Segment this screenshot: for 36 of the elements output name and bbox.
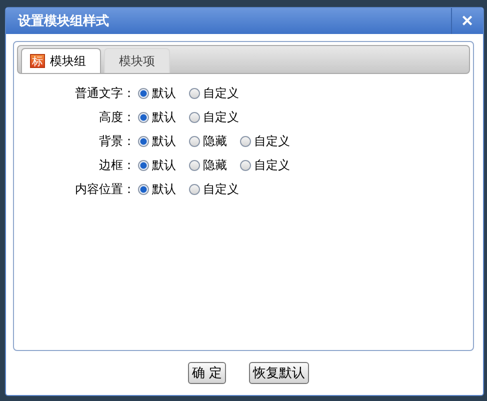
radio-button[interactable] [189,184,200,194]
close-button[interactable]: ✕ [451,8,483,34]
option-label[interactable]: 默认 [152,84,176,102]
radio-button[interactable] [240,160,251,170]
option-label[interactable]: 默认 [152,108,176,126]
field-label: 普通文字： [74,84,135,102]
option-label[interactable]: 自定义 [254,132,290,150]
confirm-button[interactable]: 确 定 [188,362,226,384]
radio-button[interactable] [189,136,200,146]
radio-button[interactable] [189,88,200,98]
option-label[interactable]: 自定义 [203,84,239,102]
radio-button[interactable] [189,160,200,170]
radio-button[interactable] [138,136,149,146]
option-label[interactable]: 隐藏 [203,156,227,174]
tab-icon: 标 [30,54,45,68]
option-label[interactable]: 自定义 [254,156,290,174]
option-label[interactable]: 默认 [152,180,176,198]
option-label[interactable]: 自定义 [203,180,239,198]
radio-button[interactable] [138,160,149,170]
restore-default-button[interactable]: 恢复默认 [249,362,310,384]
tab[interactable]: 模块项 [104,48,170,73]
field-label: 内容位置： [74,180,135,198]
window-title: 设置模块组样式 [16,13,109,30]
radio-button[interactable] [138,112,149,122]
option-label[interactable]: 默认 [152,156,176,174]
option-label[interactable]: 默认 [152,132,176,150]
option-label[interactable]: 自定义 [203,108,239,126]
option-label[interactable]: 隐藏 [203,132,227,150]
radio-button[interactable] [240,136,251,146]
radio-button[interactable] [189,112,200,122]
field-label: 边框： [98,156,135,174]
field-label: 高度： [98,108,135,126]
radio-button[interactable] [138,88,149,98]
radio-button[interactable] [138,184,149,194]
field-label: 背景： [98,132,135,150]
tab[interactable]: 标 模块组 [21,48,101,73]
